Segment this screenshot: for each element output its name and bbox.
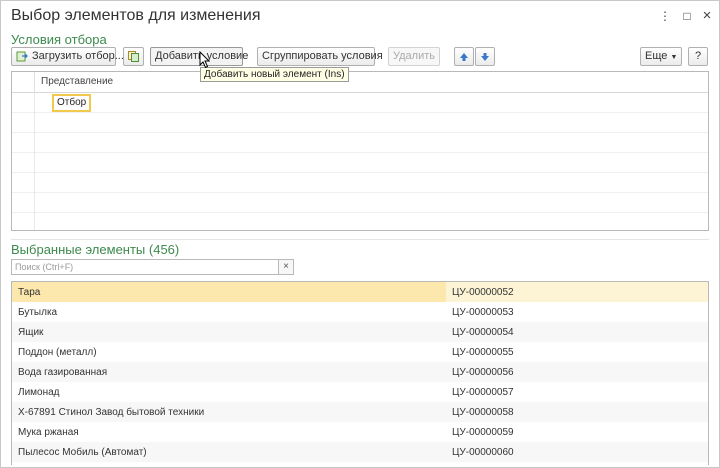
load-filter-icon — [16, 51, 28, 62]
mark-column-header — [12, 72, 35, 93]
list-item[interactable]: Лимонад ЦУ-00000057 — [12, 382, 708, 402]
item-code: ЦУ-00000054 — [452, 327, 514, 338]
item-name: Бутылка — [18, 307, 58, 318]
list-item[interactable]: Ящик ЦУ-00000054 — [12, 322, 708, 342]
conditions-table[interactable]: Представление Отбор — [11, 71, 709, 231]
add-condition-tooltip: Добавить новый элемент (Ins) — [200, 67, 349, 82]
window-title: Выбор элементов для изменения — [11, 7, 261, 24]
list-item[interactable]: Бутылка ЦУ-00000053 — [12, 302, 708, 322]
item-code: ЦУ-00000056 — [452, 367, 514, 378]
row-mark — [12, 173, 35, 193]
conditions-table-header: Представление — [12, 72, 708, 93]
item-code: ЦУ-00000059 — [452, 427, 514, 438]
row-mark — [12, 133, 35, 153]
title-bar: Выбор элементов для изменения ⋮ □ × — [1, 1, 719, 31]
search-clear-icon[interactable]: × — [279, 259, 294, 275]
arrow-up-icon — [460, 53, 468, 61]
more-button[interactable]: Еще ▼ — [640, 47, 682, 66]
item-name: Поддон (металл) — [18, 347, 97, 358]
group-conditions-button[interactable]: Сгруппировать условия — [257, 47, 383, 66]
item-code: ЦУ-00000060 — [452, 447, 514, 458]
copy-button[interactable] — [123, 47, 144, 66]
item-name: Тара — [18, 287, 41, 298]
move-down-button[interactable] — [475, 47, 495, 66]
load-filter-button[interactable]: Загрузить отбор... — [11, 47, 124, 66]
conditions-empty-row — [12, 133, 708, 153]
conditions-empty-row — [12, 153, 708, 173]
conditions-empty-row — [12, 193, 708, 213]
list-item[interactable]: Х-67891 Стинол Завод бытовой техники ЦУ-… — [12, 402, 708, 422]
selection-window: Выбор элементов для изменения ⋮ □ × Усло… — [0, 0, 720, 468]
copy-icon — [128, 51, 139, 62]
item-name: Вода газированная — [18, 367, 108, 378]
item-name: Лимонад — [18, 387, 60, 398]
list-item[interactable]: Вода газированная ЦУ-00000056 — [12, 362, 708, 382]
item-code: ЦУ-00000052 — [452, 287, 514, 298]
conditions-empty-row — [12, 213, 708, 230]
row-mark — [12, 113, 35, 133]
arrow-down-icon — [481, 53, 489, 61]
row-mark — [12, 213, 35, 230]
column-header-representation: Представление — [41, 76, 114, 87]
help-button[interactable]: ? — [688, 47, 708, 66]
conditions-row[interactable] — [12, 93, 708, 113]
delete-button[interactable]: Удалить — [388, 47, 440, 66]
item-code: ЦУ-00000053 — [452, 307, 514, 318]
row-mark — [12, 153, 35, 173]
item-name: Х-67891 Стинол Завод бытовой техники — [18, 407, 205, 418]
list-item[interactable]: Мука ржаная ЦУ-00000059 — [12, 422, 708, 442]
item-code: ЦУ-00000055 — [452, 347, 514, 358]
list-item[interactable]: Поддон (металл) ЦУ-00000055 — [12, 342, 708, 362]
add-condition-button[interactable]: Добавить условие — [150, 47, 248, 66]
conditions-section-title: Условия отбора — [11, 32, 107, 47]
section-divider — [11, 239, 709, 240]
load-filter-label: Загрузить отбор... — [32, 50, 124, 62]
menu-icon[interactable]: ⋮ — [656, 7, 674, 25]
maximize-icon[interactable]: □ — [678, 7, 696, 25]
filter-group-cell[interactable]: Отбор — [52, 94, 92, 112]
row-mark — [12, 193, 35, 213]
more-label: Еще — [645, 50, 668, 62]
chevron-down-icon: ▼ — [670, 54, 678, 61]
move-up-button[interactable] — [454, 47, 474, 66]
item-name: Пылесос Мобиль (Автомат) — [18, 447, 147, 458]
item-name: Ящик — [18, 327, 44, 338]
list-item[interactable]: Тара ЦУ-00000052 — [12, 282, 708, 302]
item-code: ЦУ-00000058 — [452, 407, 514, 418]
conditions-empty-row — [12, 173, 708, 193]
mouse-cursor-icon — [199, 51, 211, 69]
search-input[interactable]: Поиск (Ctrl+F) — [11, 259, 279, 275]
close-icon[interactable]: × — [698, 7, 716, 25]
list-item[interactable]: Пылесос Мобиль (Автомат) ЦУ-00000060 — [12, 442, 708, 462]
selected-section-title: Выбранные элементы (456) — [11, 242, 180, 257]
selected-elements-list[interactable]: Тара ЦУ-00000052 Бутылка ЦУ-00000053 Ящи… — [11, 281, 709, 465]
conditions-empty-row — [12, 113, 708, 133]
item-name: Мука ржаная — [18, 427, 79, 438]
row-mark — [12, 93, 35, 113]
item-code: ЦУ-00000057 — [452, 387, 514, 398]
